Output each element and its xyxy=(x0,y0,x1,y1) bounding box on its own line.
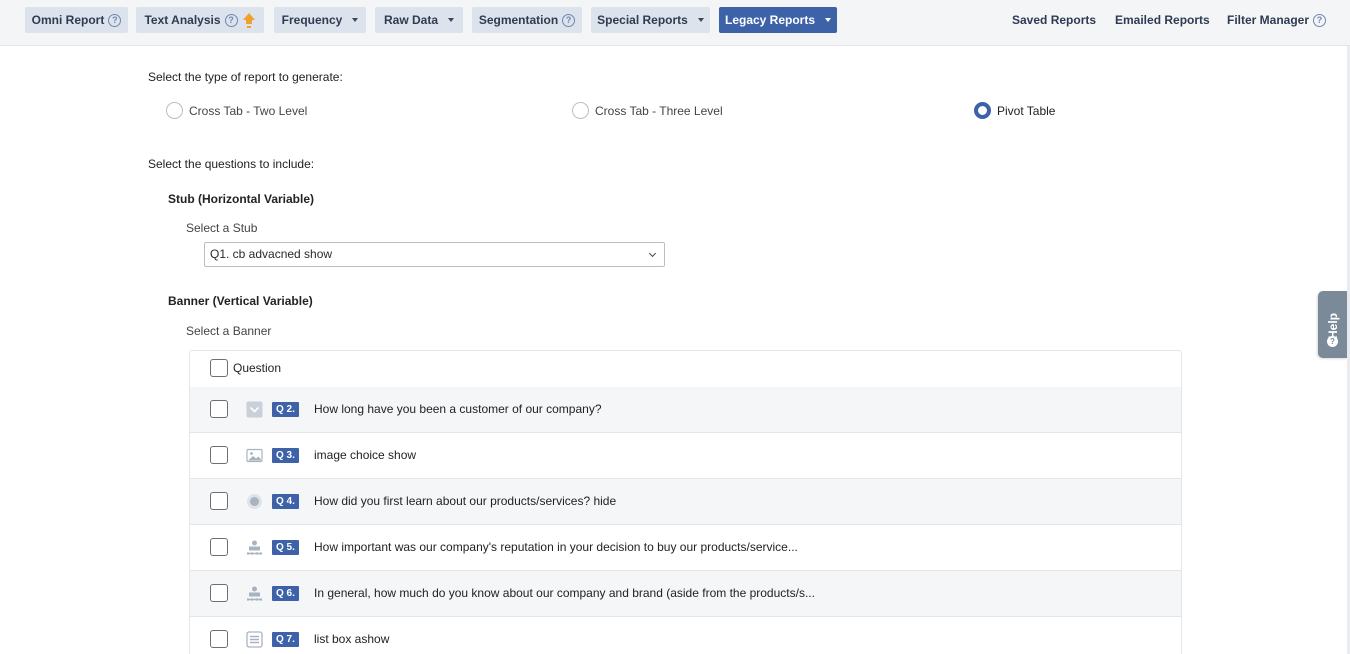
question-text: In general, how much do you know about o… xyxy=(314,586,815,600)
stub-select-value: Q1. cb advacned show xyxy=(210,247,333,261)
banner-select-label: Select a Banner xyxy=(186,324,272,338)
question-number-badge: Q 6. xyxy=(272,586,299,601)
row-checkbox[interactable] xyxy=(210,400,228,418)
rating-scale-icon xyxy=(247,540,262,555)
caret-down-icon xyxy=(825,18,832,22)
radio-label: Pivot Table xyxy=(997,103,1056,118)
top-navigation-bar: Omni Report ? Text Analysis ? Frequency … xyxy=(0,0,1350,46)
select-all-checkbox[interactable] xyxy=(210,359,228,377)
table-row[interactable]: Q 7. list box ashow xyxy=(190,617,1181,654)
table-row[interactable]: Q 4. How did you first learn about our p… xyxy=(190,479,1181,525)
omni-report-label: Omni Report xyxy=(31,13,105,27)
radio-button-selected-icon[interactable] xyxy=(974,102,991,119)
table-row[interactable]: Q 5. How important was our company's rep… xyxy=(190,525,1181,571)
emailed-reports-label: Emailed Reports xyxy=(1115,13,1210,27)
special-reports-label: Special Reports xyxy=(597,13,688,27)
row-checkbox[interactable] xyxy=(210,538,228,556)
caret-down-icon xyxy=(697,18,704,22)
caret-down-icon xyxy=(448,18,455,22)
help-circle-icon[interactable]: ? xyxy=(224,13,238,27)
question-text: list box ashow xyxy=(314,632,390,646)
help-tab[interactable]: Help ? xyxy=(1318,291,1347,358)
table-row[interactable]: Q 3. image choice show xyxy=(190,433,1181,479)
legacy-reports-label: Legacy Reports xyxy=(724,13,816,27)
radio-icon xyxy=(247,494,262,509)
text-analysis-label: Text Analysis xyxy=(144,13,221,27)
banner-question-table: Question Q 2. How long have you been a c… xyxy=(189,350,1182,654)
table-row[interactable]: Q 2. How long have you been a customer o… xyxy=(190,387,1181,433)
filter-manager-label: Filter Manager xyxy=(1227,13,1310,27)
row-checkbox[interactable] xyxy=(210,446,228,464)
radio-cross-tab-two-level[interactable]: Cross Tab - Two Level xyxy=(166,102,307,119)
radio-label: Cross Tab - Two Level xyxy=(189,103,308,118)
stub-select[interactable]: Q1. cb advacned show xyxy=(204,242,665,267)
table-row[interactable]: Q 6. In general, how much do you know ab… xyxy=(190,571,1181,617)
question-number-badge: Q 7. xyxy=(272,632,299,647)
legacy-reports-dropdown[interactable]: Legacy Reports xyxy=(719,7,837,33)
text-analysis-button[interactable]: Text Analysis ? xyxy=(136,7,264,33)
help-circle-icon[interactable]: ? xyxy=(562,13,576,27)
report-type-heading: Select the type of report to generate: xyxy=(148,70,343,84)
frequency-dropdown[interactable]: Frequency xyxy=(274,7,366,33)
radio-pivot-table[interactable]: Pivot Table xyxy=(974,102,1055,119)
segmentation-label: Segmentation xyxy=(478,13,559,27)
chevron-down-icon xyxy=(648,249,657,258)
row-checkbox[interactable] xyxy=(210,584,228,602)
omni-report-button[interactable]: Omni Report ? xyxy=(25,7,128,33)
raw-data-label: Raw Data xyxy=(383,13,439,27)
filter-manager-link[interactable]: Filter Manager ? xyxy=(1227,13,1327,27)
image-icon xyxy=(246,448,263,463)
rating-scale-icon xyxy=(247,586,262,601)
question-number-badge: Q 5. xyxy=(272,540,299,555)
question-text: How long have you been a customer of our… xyxy=(314,402,602,416)
segmentation-button[interactable]: Segmentation ? xyxy=(472,7,582,33)
question-text: How did you first learn about our produc… xyxy=(314,494,617,508)
radio-label: Cross Tab - Three Level xyxy=(595,103,723,118)
saved-reports-link[interactable]: Saved Reports xyxy=(1012,13,1096,27)
emailed-reports-link[interactable]: Emailed Reports xyxy=(1115,13,1210,27)
caret-down-icon xyxy=(352,18,359,22)
question-number-badge: Q 3. xyxy=(272,448,299,463)
list-box-icon xyxy=(246,631,263,648)
radio-button-icon[interactable] xyxy=(572,102,589,119)
question-text: image choice show xyxy=(314,448,417,462)
banner-title: Banner (Vertical Variable) xyxy=(168,294,313,308)
question-number-badge: Q 4. xyxy=(272,494,299,509)
stub-select-label: Select a Stub xyxy=(186,221,258,235)
saved-reports-label: Saved Reports xyxy=(1012,13,1097,27)
radio-cross-tab-three-level[interactable]: Cross Tab - Three Level xyxy=(572,102,723,119)
dropdown-icon xyxy=(246,401,263,418)
questions-heading: Select the questions to include: xyxy=(148,157,315,171)
help-circle-icon[interactable]: ? xyxy=(108,13,122,27)
radio-button-icon[interactable] xyxy=(166,102,183,119)
help-circle-icon[interactable]: ? xyxy=(1313,13,1327,27)
table-header: Question xyxy=(190,351,1181,387)
help-question-icon: ? xyxy=(1327,336,1338,347)
row-checkbox[interactable] xyxy=(210,492,228,510)
stub-title: Stub (Horizontal Variable) xyxy=(168,192,315,206)
question-text: How important was our company's reputati… xyxy=(314,540,798,554)
question-number-badge: Q 2. xyxy=(272,402,299,417)
upgrade-arrow-icon xyxy=(242,13,256,27)
question-column-header: Question xyxy=(233,361,282,375)
row-checkbox[interactable] xyxy=(210,630,228,648)
frequency-label: Frequency xyxy=(281,13,343,27)
raw-data-dropdown[interactable]: Raw Data xyxy=(375,7,463,33)
special-reports-dropdown[interactable]: Special Reports xyxy=(591,7,710,33)
